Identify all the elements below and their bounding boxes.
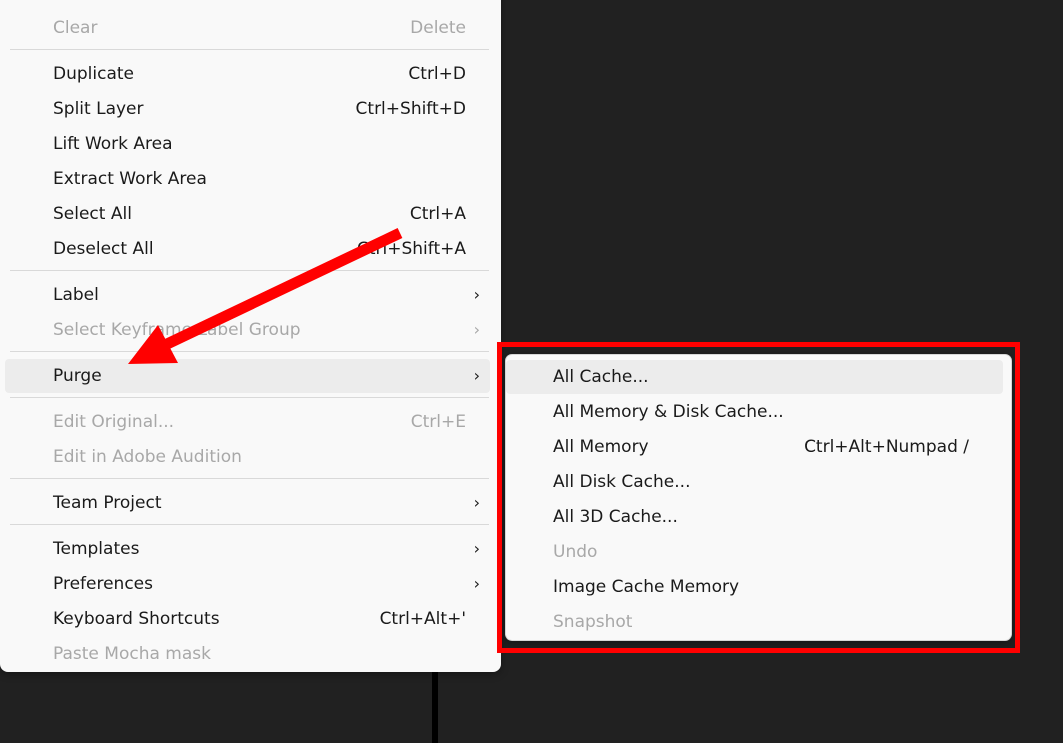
- menu-item-extract-work-area[interactable]: Extract Work Area: [5, 162, 490, 196]
- submenu-item-all-disk-cache[interactable]: All Disk Cache...: [506, 465, 1003, 499]
- menu-item-clear[interactable]: Clear Delete: [5, 11, 490, 45]
- menu-item-label: Clear: [53, 18, 98, 38]
- menu-item-label: Edit Original...: [53, 412, 175, 432]
- menu-item-label: Paste Mocha mask: [53, 644, 211, 664]
- purge-submenu: All Cache... All Memory & Disk Cache... …: [505, 354, 1012, 641]
- menu-item-shortcut: Ctrl+D: [408, 64, 466, 84]
- menu-item-label: Preferences: [53, 574, 153, 594]
- menu-item-label: Keyboard Shortcuts: [53, 609, 220, 629]
- menu-separator: [10, 270, 489, 271]
- menu-item-edit-original[interactable]: Edit Original... Ctrl+E: [5, 405, 490, 439]
- menu-item-label: Lift Work Area: [53, 134, 173, 154]
- menu-item-label: All Memory & Disk Cache...: [553, 402, 784, 422]
- menu-item-label: Label: [53, 285, 99, 305]
- menu-item-label: Split Layer: [53, 99, 144, 119]
- menu-item-select-keyframe-label-group[interactable]: Select Keyframe Label Group ›: [5, 313, 490, 347]
- menu-item-duplicate[interactable]: Duplicate Ctrl+D: [5, 57, 490, 91]
- menu-item-label: Templates: [53, 539, 140, 559]
- menu-item-preferences[interactable]: Preferences ›: [5, 567, 490, 601]
- submenu-item-all-3d-cache[interactable]: All 3D Cache...: [506, 500, 1003, 534]
- menu-separator: [10, 351, 489, 352]
- menu-item-shortcut: Ctrl+Shift+D: [355, 99, 466, 119]
- menu-item-shortcut: Ctrl+Shift+A: [356, 239, 466, 259]
- menu-item-templates[interactable]: Templates ›: [5, 532, 490, 566]
- menu-item-deselect-all[interactable]: Deselect All Ctrl+Shift+A: [5, 232, 490, 266]
- menu-item-label: Undo: [553, 542, 598, 562]
- menu-item-label: All Cache...: [553, 367, 649, 387]
- menu-item-label: Team Project: [53, 493, 162, 513]
- menu-item-label: All Memory: [553, 437, 649, 457]
- menu-item-edit-in-audition[interactable]: Edit in Adobe Audition: [5, 440, 490, 474]
- menu-item-label: Image Cache Memory: [553, 577, 740, 597]
- submenu-item-image-cache-memory[interactable]: Image Cache Memory: [506, 570, 1003, 604]
- menu-item-purge[interactable]: Purge ›: [5, 359, 490, 393]
- menu-item-split-layer[interactable]: Split Layer Ctrl+Shift+D: [5, 92, 490, 126]
- menu-item-select-all[interactable]: Select All Ctrl+A: [5, 197, 490, 231]
- chevron-right-icon: ›: [473, 539, 480, 558]
- menu-item-label: Edit in Adobe Audition: [53, 447, 242, 467]
- submenu-item-all-memory[interactable]: All Memory Ctrl+Alt+Numpad /: [506, 430, 1003, 464]
- menu-item-team-project[interactable]: Team Project ›: [5, 486, 490, 520]
- submenu-item-undo[interactable]: Undo: [506, 535, 1003, 569]
- menu-item-label: Select Keyframe Label Group: [53, 320, 301, 340]
- panel-divider: [432, 660, 438, 743]
- menu-item-label: Extract Work Area: [53, 169, 207, 189]
- menu-item-label: All Disk Cache...: [553, 472, 691, 492]
- chevron-right-icon: ›: [473, 366, 480, 385]
- menu-separator: [10, 478, 489, 479]
- submenu-item-snapshot[interactable]: Snapshot: [506, 605, 1003, 639]
- menu-item-shortcut: Ctrl+Alt+': [379, 609, 466, 629]
- menu-item-label: Purge: [53, 366, 102, 386]
- menu-item-lift-work-area[interactable]: Lift Work Area: [5, 127, 490, 161]
- menu-item-paste-mocha-mask[interactable]: Paste Mocha mask: [5, 637, 490, 671]
- menu-item-label: Duplicate: [53, 64, 134, 84]
- menu-separator: [10, 524, 489, 525]
- menu-item-shortcut: Ctrl+A: [409, 204, 466, 224]
- chevron-right-icon: ›: [473, 493, 480, 512]
- chevron-right-icon: ›: [473, 320, 480, 339]
- chevron-right-icon: ›: [473, 285, 480, 304]
- menu-separator: [10, 49, 489, 50]
- menu-item-label: Select All: [53, 204, 132, 224]
- submenu-item-all-cache[interactable]: All Cache...: [506, 360, 1003, 394]
- edit-context-menu: Clear Delete Duplicate Ctrl+D Split Laye…: [0, 0, 501, 672]
- menu-item-keyboard-shortcuts[interactable]: Keyboard Shortcuts Ctrl+Alt+': [5, 602, 490, 636]
- menu-item-label: Deselect All: [53, 239, 154, 259]
- menu-separator: [10, 397, 489, 398]
- chevron-right-icon: ›: [473, 574, 480, 593]
- menu-item-shortcut: Delete: [410, 18, 466, 38]
- menu-item-shortcut: Ctrl+Alt+Numpad /: [804, 437, 969, 457]
- menu-item-shortcut: Ctrl+E: [410, 412, 466, 432]
- menu-item-label-submenu[interactable]: Label ›: [5, 278, 490, 312]
- menu-item-label: Snapshot: [553, 612, 633, 632]
- submenu-item-all-memory-disk-cache[interactable]: All Memory & Disk Cache...: [506, 395, 1003, 429]
- menu-item-label: All 3D Cache...: [553, 507, 678, 527]
